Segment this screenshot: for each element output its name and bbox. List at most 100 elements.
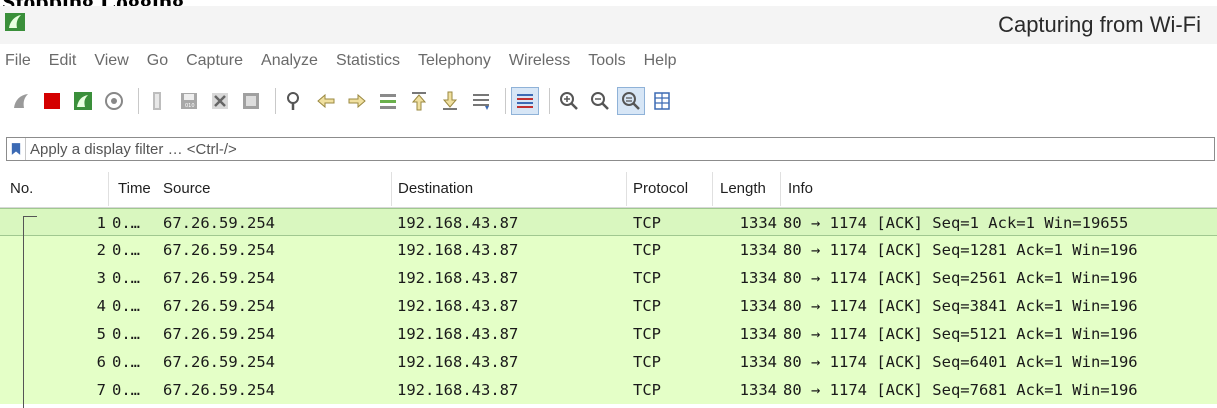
start-capture-icon[interactable] (8, 88, 34, 114)
menu-analyze[interactable]: Analyze (261, 52, 318, 70)
packet-number: 7 (96, 381, 106, 399)
packet-time: 0.… (112, 241, 140, 259)
conversation-bracket-start (23, 216, 37, 217)
packet-time: 0.… (112, 325, 140, 343)
column-header-length[interactable]: Length (720, 180, 766, 197)
column-divider[interactable] (780, 172, 781, 206)
colorize-icon[interactable] (511, 87, 539, 115)
packet-list: 1 0.… 67.26.59.254 192.168.43.87 TCP 133… (0, 208, 1217, 408)
restart-capture-icon[interactable] (70, 88, 96, 114)
menu-statistics[interactable]: Statistics (336, 52, 400, 70)
packet-protocol: TCP (633, 353, 661, 371)
go-forward-icon[interactable] (344, 88, 370, 114)
column-header-info[interactable]: Info (788, 180, 813, 197)
packet-info: 80 → 1174 [ACK] Seq=2561 Ack=1 Win=196 (783, 269, 1138, 287)
packet-number: 5 (96, 325, 106, 343)
menu-wireless[interactable]: Wireless (509, 52, 570, 70)
reload-file-icon[interactable] (238, 88, 264, 114)
resize-columns-icon[interactable] (649, 88, 675, 114)
packet-protocol: TCP (633, 241, 661, 259)
table-row[interactable]: 4 0.… 67.26.59.254 192.168.43.87 TCP 133… (0, 292, 1217, 320)
column-header-destination[interactable]: Destination (398, 180, 473, 197)
svg-text:010: 010 (185, 103, 195, 109)
packet-length: 1334 (739, 269, 777, 287)
packet-list-header: No. Time Source Destination Protocol Len… (0, 170, 1217, 208)
save-file-icon[interactable]: 010 (176, 88, 202, 114)
close-file-icon[interactable] (207, 88, 233, 114)
packet-length: 1334 (739, 297, 777, 315)
table-row[interactable]: 6 0.… 67.26.59.254 192.168.43.87 TCP 133… (0, 348, 1217, 376)
toolbar-separator (138, 88, 139, 114)
table-row[interactable]: 3 0.… 67.26.59.254 192.168.43.87 TCP 133… (0, 264, 1217, 292)
menu-tools[interactable]: Tools (588, 52, 625, 70)
normal-size-icon[interactable] (617, 87, 645, 115)
display-filter-input[interactable] (26, 138, 1214, 160)
packet-destination: 192.168.43.87 (397, 353, 519, 371)
menu-help[interactable]: Help (644, 52, 677, 70)
title-bar: Capturing from Wi-Fi (0, 6, 1217, 44)
packet-number: 4 (96, 297, 106, 315)
packet-protocol: TCP (633, 297, 661, 315)
packet-time: 0.… (112, 353, 140, 371)
go-last-icon[interactable] (437, 88, 463, 114)
open-file-icon[interactable] (145, 88, 171, 114)
packet-length: 1334 (739, 214, 777, 232)
packet-source: 67.26.59.254 (163, 214, 275, 232)
menu-edit[interactable]: Edit (49, 52, 77, 70)
shark-fin-icon (4, 12, 26, 32)
packet-source: 67.26.59.254 (163, 381, 275, 399)
packet-source: 67.26.59.254 (163, 269, 275, 287)
packet-time: 0.… (112, 297, 140, 315)
menu-view[interactable]: View (94, 52, 128, 70)
toolbar-separator (505, 88, 506, 114)
go-first-icon[interactable] (406, 88, 432, 114)
find-packet-icon[interactable] (282, 88, 308, 114)
table-row[interactable]: 1 0.… 67.26.59.254 192.168.43.87 TCP 133… (0, 208, 1217, 236)
column-header-time[interactable]: Time (118, 180, 151, 197)
packet-info: 80 → 1174 [ACK] Seq=5121 Ack=1 Win=196 (783, 325, 1138, 343)
column-header-no[interactable]: No. (10, 180, 33, 197)
toolbar-separator (275, 88, 276, 114)
packet-time: 0.… (112, 381, 140, 399)
go-to-packet-icon[interactable] (375, 88, 401, 114)
packet-info: 80 → 1174 [ACK] Seq=1 Ack=1 Win=19655 (783, 214, 1129, 232)
packet-protocol: TCP (633, 325, 661, 343)
zoom-in-icon[interactable] (556, 88, 582, 114)
bookmark-icon[interactable] (7, 138, 26, 160)
packet-info: 80 → 1174 [ACK] Seq=7681 Ack=1 Win=196 (783, 381, 1138, 399)
column-divider[interactable] (391, 172, 392, 206)
packet-number: 1 (96, 214, 106, 232)
column-divider[interactable] (712, 172, 713, 206)
packet-source: 67.26.59.254 (163, 353, 275, 371)
packet-source: 67.26.59.254 (163, 241, 275, 259)
conversation-bracket-line (23, 216, 24, 408)
column-header-protocol[interactable]: Protocol (633, 180, 688, 197)
menu-telephony[interactable]: Telephony (418, 52, 491, 70)
menu-go[interactable]: Go (147, 52, 168, 70)
table-row[interactable]: 7 0.… 67.26.59.254 192.168.43.87 TCP 133… (0, 376, 1217, 404)
packet-number: 2 (96, 241, 106, 259)
packet-length: 1334 (739, 241, 777, 259)
packet-number: 3 (96, 269, 106, 287)
capture-options-icon[interactable] (101, 88, 127, 114)
zoom-out-icon[interactable] (587, 88, 613, 114)
packet-info: 80 → 1174 [ACK] Seq=1281 Ack=1 Win=196 (783, 241, 1138, 259)
packet-protocol: TCP (633, 214, 661, 232)
packet-destination: 192.168.43.87 (397, 381, 519, 399)
stop-capture-icon[interactable] (39, 88, 65, 114)
packet-destination: 192.168.43.87 (397, 269, 519, 287)
column-divider[interactable] (108, 172, 109, 206)
table-row[interactable]: 5 0.… 67.26.59.254 192.168.43.87 TCP 133… (0, 320, 1217, 348)
column-header-source[interactable]: Source (163, 180, 211, 197)
packet-number: 6 (96, 353, 106, 371)
auto-scroll-icon[interactable] (468, 88, 494, 114)
go-back-icon[interactable] (313, 88, 339, 114)
packet-protocol: TCP (633, 381, 661, 399)
menu-file[interactable]: File (5, 52, 31, 70)
table-row[interactable]: 2 0.… 67.26.59.254 192.168.43.87 TCP 133… (0, 236, 1217, 264)
main-toolbar: 010 (0, 80, 1217, 122)
display-filter-bar (6, 137, 1215, 161)
column-divider[interactable] (626, 172, 627, 206)
packet-protocol: TCP (633, 269, 661, 287)
menu-capture[interactable]: Capture (186, 52, 243, 70)
